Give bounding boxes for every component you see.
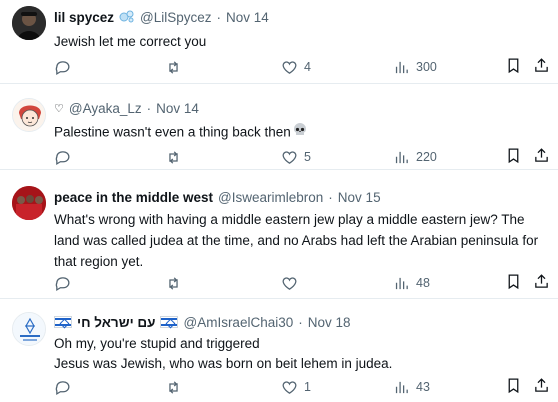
heart-icon: [282, 380, 297, 394]
view-count: 43: [416, 380, 430, 394]
handle[interactable]: @Iswearimlebron: [218, 190, 323, 205]
like-count: 4: [304, 60, 311, 74]
timestamp[interactable]: Nov 14: [156, 101, 199, 116]
timestamp[interactable]: Nov 15: [338, 190, 381, 205]
israel-flag-icon: [160, 316, 179, 329]
separator-dot: ·: [328, 189, 333, 205]
reply-button[interactable]: [54, 273, 71, 293]
avatar[interactable]: [12, 186, 46, 220]
bookmark-button[interactable]: [505, 377, 522, 399]
reply-text: Jewish let me correct you: [54, 34, 207, 49]
reply-button[interactable]: [54, 377, 71, 397]
repost-icon: [169, 60, 178, 74]
bookmark-icon: [508, 148, 519, 164]
handle[interactable]: @LilSpycez: [140, 10, 211, 25]
like-button[interactable]: 4: [281, 57, 311, 77]
bookmark-icon: [508, 274, 519, 290]
skull-emoji-icon: [292, 122, 308, 144]
heart-icon: [282, 150, 297, 164]
views-chart-icon: [395, 61, 408, 73]
views-button[interactable]: 48: [393, 273, 430, 293]
repost-button[interactable]: [165, 57, 182, 77]
share-button[interactable]: [533, 147, 550, 169]
like-button[interactable]: [281, 273, 304, 293]
timestamp[interactable]: Nov 14: [226, 10, 269, 25]
reply-1[interactable]: lil spycez @LilSpycez · Nov 14 Jewish le…: [0, 0, 558, 84]
repost-button[interactable]: [165, 147, 182, 167]
share-icon: [535, 378, 548, 392]
bookmark-button[interactable]: [505, 57, 522, 79]
share-button[interactable]: [533, 377, 550, 399]
repost-icon: [169, 276, 178, 290]
views-chart-icon: [395, 277, 408, 289]
comment-icon: [55, 150, 70, 165]
like-button[interactable]: 1: [281, 377, 311, 397]
reply-button[interactable]: [54, 147, 71, 167]
share-icon: [535, 58, 548, 72]
comment-icon: [55, 380, 70, 395]
share-icon: [535, 274, 548, 288]
heart-icon: [282, 276, 297, 290]
views-button[interactable]: 220: [393, 147, 437, 167]
reply-button[interactable]: [54, 57, 71, 77]
israel-flag-icon: [54, 316, 72, 329]
bubbles-emoji-icon: [119, 9, 135, 26]
view-count: 48: [416, 276, 430, 290]
view-count: 220: [416, 150, 437, 164]
separator-dot: ·: [298, 314, 303, 330]
handle[interactable]: @AmIsraelChai30: [183, 315, 293, 330]
repost-button[interactable]: [165, 273, 182, 293]
avatar[interactable]: [12, 98, 46, 132]
like-count: 5: [304, 150, 311, 164]
comment-icon: [55, 60, 70, 75]
share-icon: [535, 148, 548, 162]
display-name[interactable]: peace in the middle west: [54, 190, 213, 205]
reply-text-line: Oh my, you're stupid and triggered: [54, 336, 260, 351]
reply-3[interactable]: peace in the middle west @Iswearimlebron…: [0, 171, 558, 299]
timestamp[interactable]: Nov 18: [308, 315, 351, 330]
reply-4[interactable]: עם ישראל חי @AmIsraelChai30 · Nov 18 Oh …: [0, 300, 558, 402]
reply-text-body: Palestine wasn't even a thing back then: [54, 124, 291, 140]
avatar[interactable]: [12, 312, 46, 346]
bookmark-icon: [508, 378, 519, 394]
separator-dot: ·: [146, 100, 152, 116]
views-button[interactable]: 43: [393, 377, 430, 397]
reply-text: What's wrong with having a middle easter…: [54, 212, 539, 269]
repost-button[interactable]: [165, 377, 182, 397]
reply-text: Palestine wasn't even a thing back then: [54, 122, 546, 144]
comment-icon: [55, 276, 70, 291]
avatar[interactable]: [12, 6, 46, 40]
share-button[interactable]: [533, 57, 550, 79]
separator-dot: ·: [216, 9, 222, 25]
handle[interactable]: @Ayaka_Lz: [69, 101, 142, 116]
bookmark-icon: [508, 58, 519, 74]
display-name[interactable]: lil spycez: [54, 10, 114, 25]
bookmark-button[interactable]: [505, 273, 522, 295]
repost-icon: [169, 150, 178, 164]
display-name[interactable]: עם ישראל חי: [77, 315, 155, 330]
views-button[interactable]: 300: [393, 57, 437, 77]
reply-2[interactable]: ♡ @Ayaka_Lz · Nov 14 Palestine wasn't ev…: [0, 85, 558, 170]
reply-text: Oh my, you're stupid and triggered Jesus…: [54, 334, 546, 374]
share-button[interactable]: [533, 273, 550, 295]
reply-text-line: Jesus was Jewish, who was born on beit l…: [54, 356, 393, 371]
views-chart-icon: [395, 381, 408, 393]
view-count: 300: [416, 60, 437, 74]
heart-icon: [282, 60, 297, 74]
bookmark-button[interactable]: [505, 147, 522, 169]
like-count: 1: [304, 380, 311, 394]
repost-icon: [169, 380, 178, 394]
views-chart-icon: [395, 151, 408, 163]
like-button[interactable]: 5: [281, 147, 311, 167]
heart-outline-icon: ♡: [54, 102, 64, 115]
